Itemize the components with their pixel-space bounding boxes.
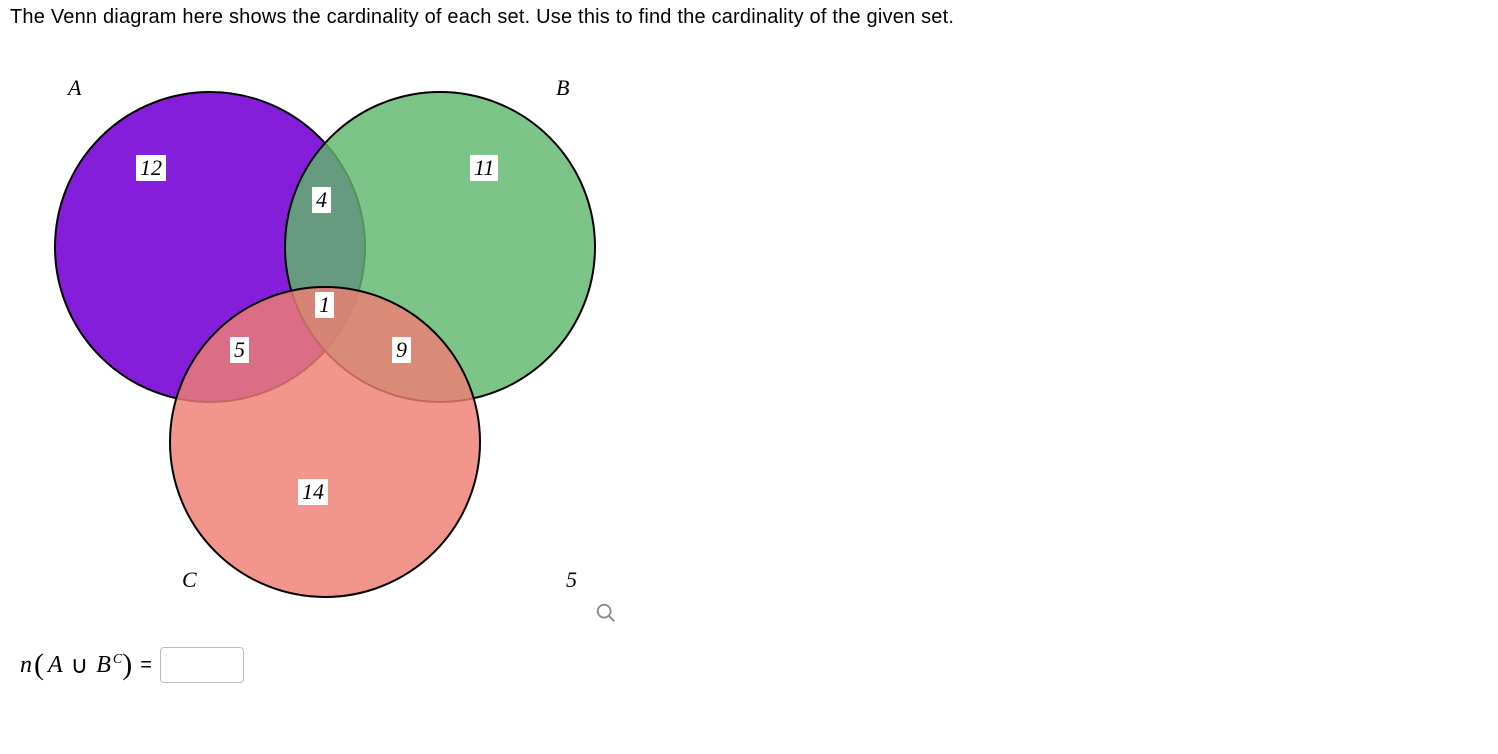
venn-diagram: A B C 12 11 4 1 5 9 14 5 xyxy=(40,47,660,627)
expr-lparen: ( xyxy=(34,650,44,680)
set-c-label: C xyxy=(182,567,197,593)
question-text: The Venn diagram here shows the cardinal… xyxy=(10,6,1488,29)
set-a-label: A xyxy=(68,75,81,101)
expr-superscript: C xyxy=(113,652,122,667)
region-ac-only: 5 xyxy=(230,337,249,363)
venn-svg xyxy=(40,47,660,627)
region-abc: 1 xyxy=(315,292,334,318)
region-c-only: 14 xyxy=(298,479,328,505)
answer-row: n ( A ∪ BC ) = xyxy=(20,647,1488,683)
expr-union: ∪ xyxy=(71,651,89,680)
region-a-only: 12 xyxy=(136,155,166,181)
region-outside: 5 xyxy=(566,567,577,593)
expression: n ( A ∪ BC ) xyxy=(20,650,132,680)
circle-c xyxy=(170,287,480,597)
expr-n: n xyxy=(20,652,32,679)
answer-input[interactable] xyxy=(160,647,244,683)
expr-equals: = xyxy=(140,654,152,677)
region-bc-only: 9 xyxy=(392,337,411,363)
expr-rparen: ) xyxy=(122,650,132,680)
set-b-label: B xyxy=(556,75,569,101)
expr-set-b: B xyxy=(96,652,111,678)
region-ab-only: 4 xyxy=(312,187,331,213)
region-b-only: 11 xyxy=(470,155,498,181)
expr-set-a: A xyxy=(48,652,63,679)
